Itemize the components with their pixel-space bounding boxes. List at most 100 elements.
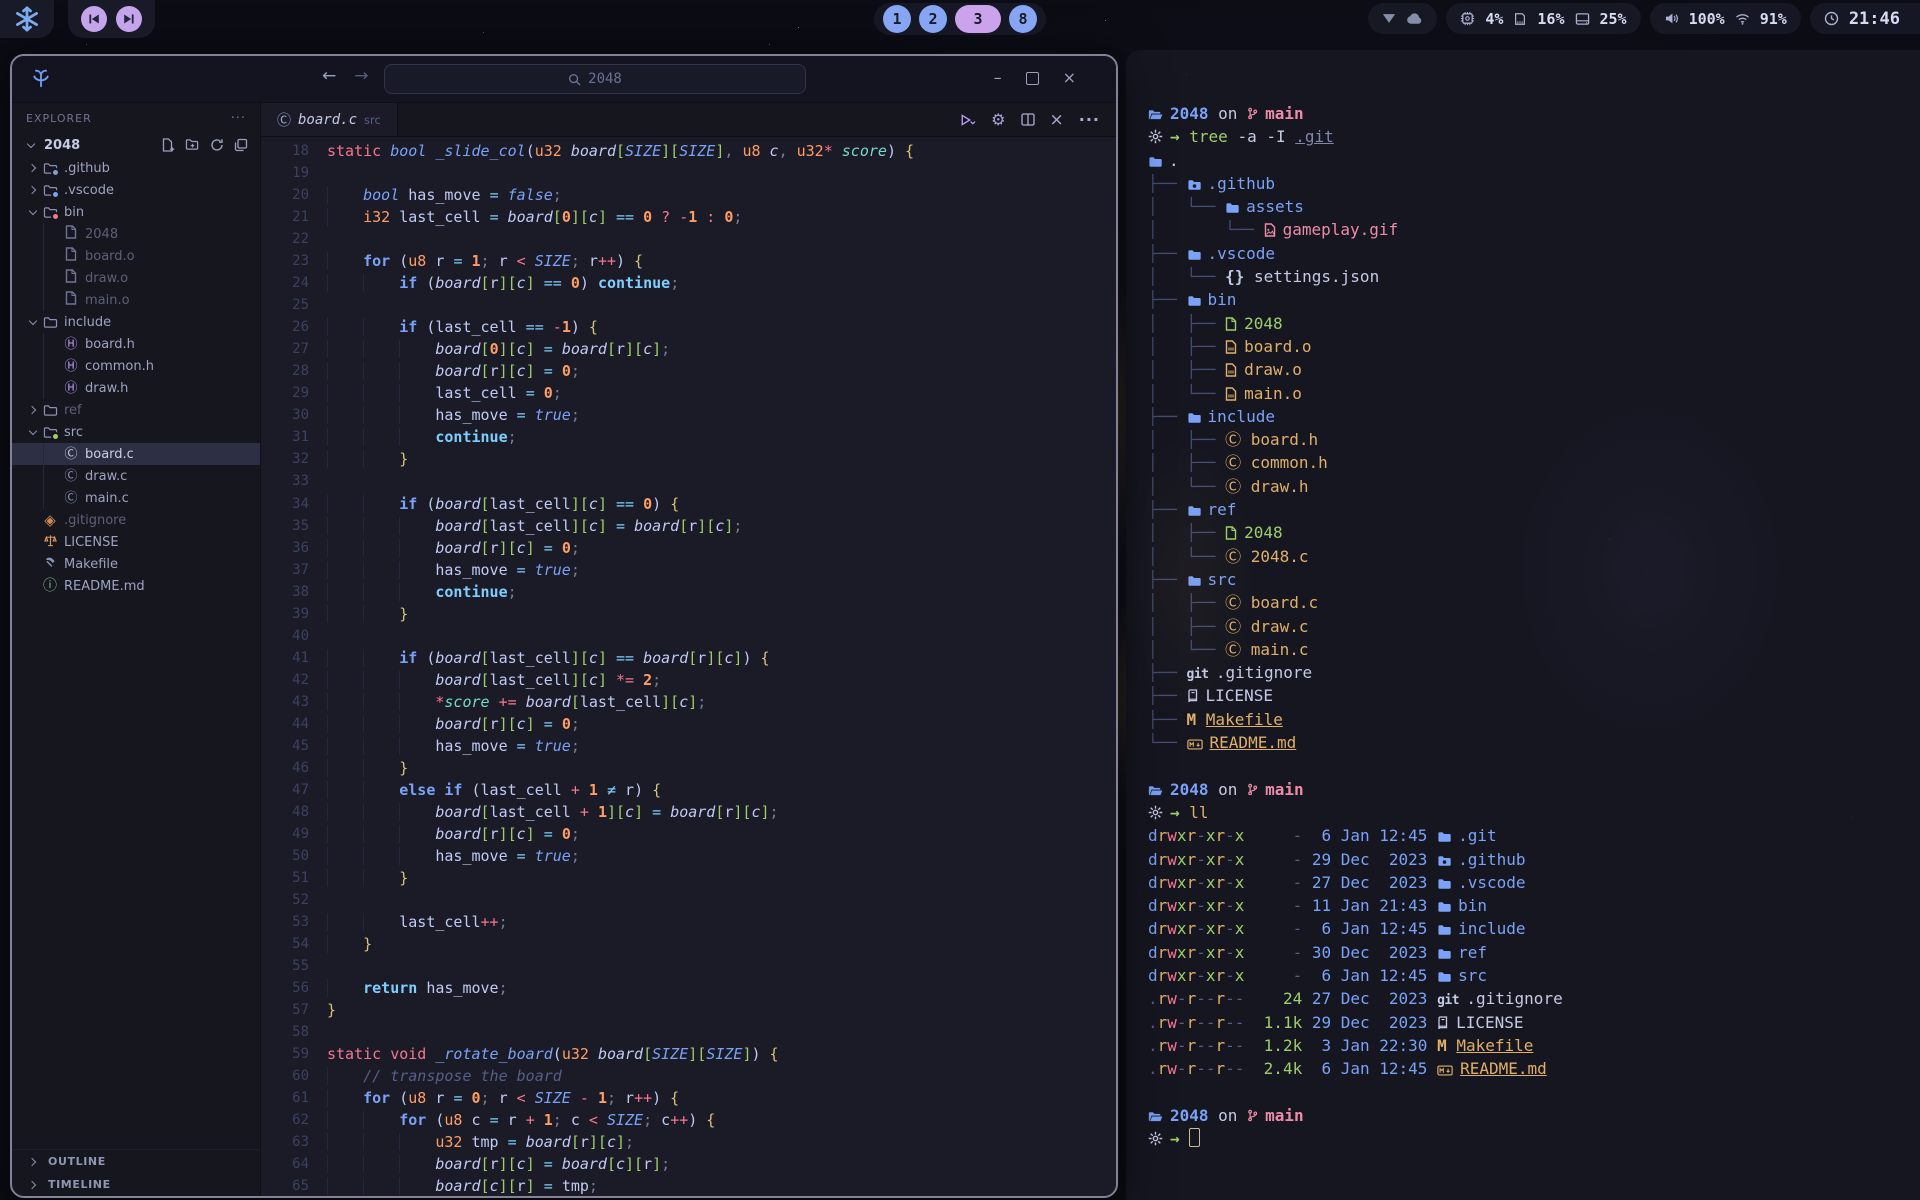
file-file-icon <box>63 269 79 287</box>
terminal-cursor <box>1189 1128 1200 1147</box>
explorer-item-label: common.h <box>85 359 154 374</box>
code-line-60: 60 // transpose the board <box>261 1065 1116 1087</box>
run-file-button[interactable] <box>960 113 976 127</box>
code-editor[interactable]: 18static bool _slide_col(u32 board[SIZE]… <box>261 137 1116 1196</box>
new-folder-button[interactable] <box>185 138 200 152</box>
terminal-line: .rw-r--r-- 24 27 Dec 2023 git .gitignore <box>1148 987 1920 1010</box>
explorer-item-board.h[interactable]: Ⓗboard.h <box>12 333 260 355</box>
explorer-item-2048[interactable]: 2048 <box>12 223 260 245</box>
collapse-folders-button[interactable] <box>234 138 248 152</box>
window-titlebar[interactable]: ← → 2048 – × <box>12 56 1116 103</box>
explorer-item-common.h[interactable]: Ⓗcommon.h <box>12 355 260 377</box>
media-next-button[interactable] <box>116 6 142 32</box>
folder-icon <box>1225 202 1239 214</box>
terminal-window[interactable]: 2048 on main→ tree -a -I .git.├── .githu… <box>1126 50 1920 1200</box>
tray-indicators[interactable] <box>1368 3 1437 34</box>
explorer-item-main.o[interactable]: main.o <box>12 289 260 311</box>
explorer-item-README.md[interactable]: ⓘREADME.md <box>12 575 260 597</box>
explorer-item-board.c[interactable]: Ⓒboard.c <box>12 443 260 465</box>
code-line-27: 27 board[0][c] = board[r][c]; <box>261 338 1116 360</box>
explorer-item-draw.h[interactable]: Ⓗdraw.h <box>12 377 260 399</box>
explorer-item-bin[interactable]: bin <box>12 201 260 223</box>
explorer-item-ref[interactable]: ref <box>12 399 260 421</box>
explorer-item-.vscode[interactable]: .vscode <box>12 179 260 201</box>
workspace-1[interactable]: 1 <box>883 5 911 33</box>
terminal-line: ├── src <box>1148 568 1920 591</box>
editor-more-actions-button[interactable]: ··· <box>1079 110 1100 129</box>
refresh-explorer-button[interactable] <box>210 138 224 152</box>
explorer-item-board.o[interactable]: board.o <box>12 245 260 267</box>
vscode-window: ← → 2048 – × EXPLORER ··· 2048 <box>10 54 1118 1198</box>
workspace-switcher: 1238 <box>874 3 1046 35</box>
explorer-item-label: ref <box>64 403 82 418</box>
navigate-back-button[interactable]: ← <box>322 66 336 86</box>
code-line-65: 65 board[c][r] = tmp; <box>261 1175 1116 1196</box>
minimize-button[interactable]: – <box>994 68 1002 88</box>
explorer-item-include[interactable]: include <box>12 311 260 333</box>
maximize-button[interactable] <box>1026 72 1039 85</box>
nix-icon <box>1148 129 1163 144</box>
explorer-item-label: main.c <box>85 491 129 506</box>
workspace-3-active[interactable]: 3 <box>955 5 1001 33</box>
explorer-item-LICENSE[interactable]: LICENSE <box>12 531 260 553</box>
explorer-item-src[interactable]: src <box>12 421 260 443</box>
chevron-down-icon <box>24 425 42 439</box>
system-stats[interactable]: 4% 16% 25% <box>1446 3 1640 34</box>
audio-network[interactable]: 100% 91% <box>1650 3 1801 34</box>
explorer-item-label: src <box>64 425 83 440</box>
explorer-item-label: board.c <box>85 447 134 462</box>
explorer-item-Makefile[interactable]: Makefile <box>12 553 260 575</box>
code-line-41: 41 if (board[last_cell][c] == board[r][c… <box>261 647 1116 669</box>
tab-board.c[interactable]: Ⓒ board.c src <box>261 103 398 136</box>
scales-file-icon <box>42 534 58 551</box>
code-line-19: 19 <box>261 162 1116 184</box>
terminal-line <box>1148 1080 1920 1103</box>
H-file-icon: Ⓗ <box>63 382 79 395</box>
file-icon <box>1225 526 1237 540</box>
split-editor-button[interactable] <box>1021 113 1035 126</box>
ofile-icon <box>1225 363 1237 377</box>
explorer-item-draw.c[interactable]: Ⓒdraw.c <box>12 465 260 487</box>
media-controls <box>68 0 155 38</box>
code-line-50: 50 has_move = true; <box>261 845 1116 867</box>
close-button[interactable]: × <box>1063 68 1076 88</box>
code-line-52: 52 <box>261 889 1116 911</box>
timeline-panel[interactable]: TIMELINE <box>12 1173 260 1196</box>
folder-icon <box>42 206 58 219</box>
explorer-item-label: board.h <box>85 337 135 352</box>
terminal-line: │ ├── 2048 <box>1148 312 1920 335</box>
close-editor-button[interactable]: × <box>1050 110 1064 130</box>
nix-logo-button[interactable] <box>0 0 54 38</box>
explorer-item-draw.o[interactable]: draw.o <box>12 267 260 289</box>
workspace-2[interactable]: 2 <box>919 5 947 33</box>
media-prev-button[interactable] <box>81 6 107 32</box>
tab-path-hint: src <box>364 113 381 127</box>
clock-widget[interactable]: 21:46 <box>1810 3 1920 34</box>
explorer-item-.github[interactable]: .github <box>12 157 260 179</box>
explorer-item-label: LICENSE <box>64 535 119 550</box>
chevron-spacer <box>24 535 42 549</box>
explorer-item-main.c[interactable]: Ⓒmain.c <box>12 487 260 509</box>
terminal-line: ├── bin <box>1148 288 1920 311</box>
new-file-button[interactable] <box>161 138 175 152</box>
chevron-down-icon <box>22 138 40 152</box>
chevron-right-icon <box>24 161 42 175</box>
terminal-line: │ ├── Ⓒ board.c <box>1148 591 1920 614</box>
explorer-item-label: include <box>64 315 111 330</box>
workspace-8[interactable]: 8 <box>1009 5 1037 33</box>
code-line-39: 39 } <box>261 603 1116 625</box>
terminal-line: ├── include <box>1148 405 1920 428</box>
explorer-item-label: .vscode <box>64 183 114 198</box>
tab-filename: board.c <box>298 112 357 128</box>
navigate-forward-button[interactable]: → <box>354 66 368 86</box>
split-editor-icon <box>1021 113 1035 126</box>
outline-panel[interactable]: OUTLINE <box>12 1150 260 1173</box>
H-file-icon: Ⓗ <box>63 338 79 351</box>
command-center-search[interactable]: 2048 <box>384 64 806 94</box>
explorer-more-button[interactable]: ··· <box>231 111 246 126</box>
code-line-44: 44 board[r][c] = 0; <box>261 713 1116 735</box>
explorer-item-.gitignore[interactable]: ◈.gitignore <box>12 509 260 531</box>
settings-gear-button[interactable]: ⚙ <box>991 110 1005 129</box>
explorer-root-folder[interactable]: 2048 <box>12 133 260 157</box>
folder-icon <box>1437 878 1451 890</box>
